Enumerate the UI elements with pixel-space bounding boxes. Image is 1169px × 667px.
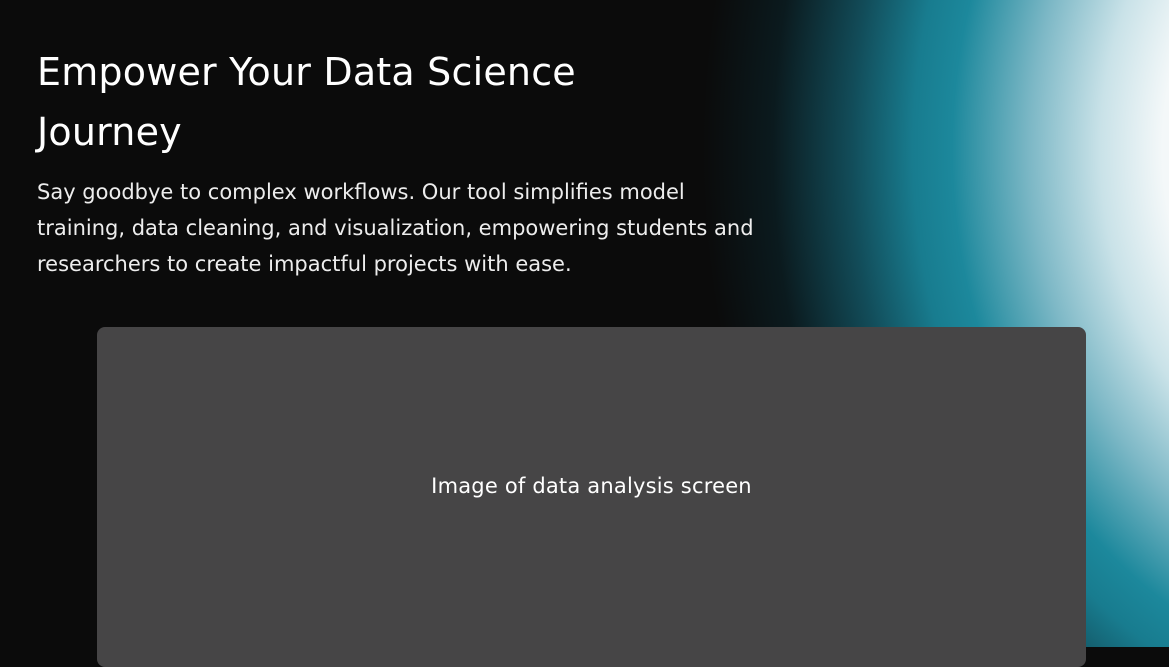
data-analysis-image-placeholder: Image of data analysis screen (97, 327, 1086, 667)
hero-section: Empower Your Data Science Journey Say go… (37, 42, 797, 282)
hero-subtitle: Say goodbye to complex workflows. Our to… (37, 180, 754, 276)
image-placeholder-caption: Image of data analysis screen (431, 474, 752, 498)
hero-title: Empower Your Data Science Journey (37, 50, 576, 154)
